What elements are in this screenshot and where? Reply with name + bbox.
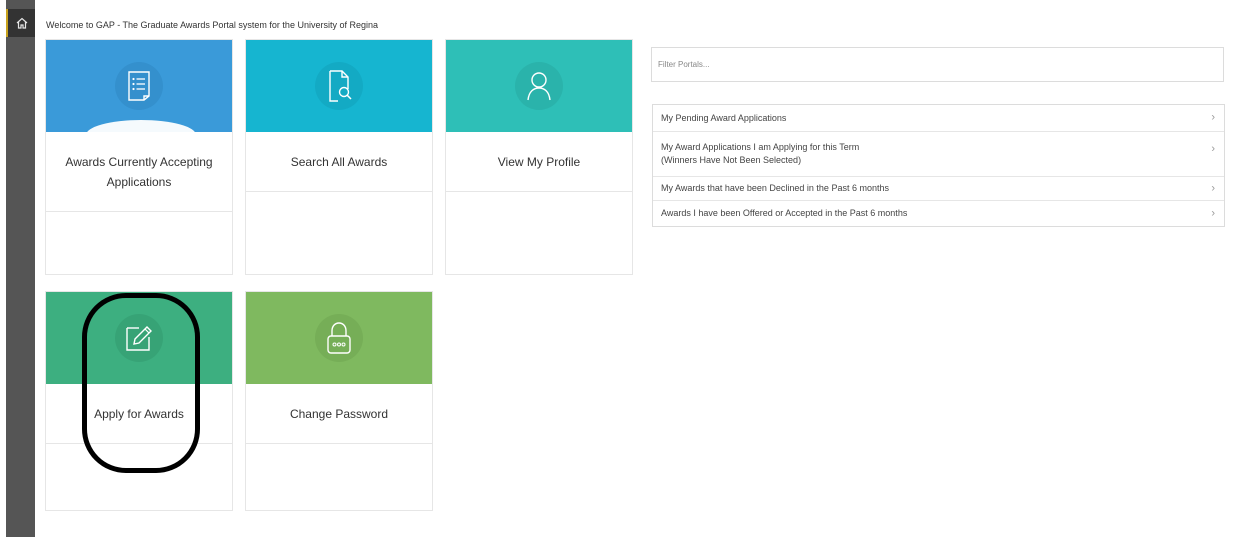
portal-item-label: My Awards that have been Declined in the…	[661, 183, 889, 193]
card-apply-for-awards[interactable]: Apply for Awards	[45, 291, 233, 511]
portal-item-pending[interactable]: My Pending Award Applications ›	[653, 105, 1224, 132]
pencil-edit-icon	[126, 326, 152, 351]
card-label: Apply for Awards	[46, 384, 232, 444]
chevron-right-icon: ›	[1211, 182, 1215, 194]
card-banner	[446, 40, 632, 132]
portal-item-label: My Award Applications I am Applying for …	[661, 142, 860, 152]
home-button[interactable]	[6, 9, 35, 37]
portal-item-applying-this-term[interactable]: My Award Applications I am Applying for …	[653, 132, 1224, 177]
document-search-icon	[329, 70, 352, 102]
filter-portals-input[interactable]: Filter Portals...	[651, 47, 1224, 82]
home-icon	[16, 17, 27, 29]
card-label: View My Profile	[446, 132, 632, 192]
card-change-password[interactable]: Change Password	[245, 291, 433, 511]
card-banner	[246, 40, 432, 132]
portal-item-offered-accepted[interactable]: Awards I have been Offered or Accepted i…	[653, 201, 1224, 226]
chevron-right-icon: ›	[1211, 111, 1215, 124]
portal-item-label: Awards I have been Offered or Accepted i…	[661, 208, 908, 218]
card-view-my-profile[interactable]: View My Profile	[445, 39, 633, 275]
portal-item-sublabel: (Winners Have Not Been Selected)	[661, 155, 802, 165]
list-document-icon	[128, 71, 150, 101]
card-label: Change Password	[246, 384, 432, 444]
card-label: Search All Awards	[246, 132, 432, 192]
chevron-right-icon: ›	[1211, 207, 1215, 219]
card-label: Awards Currently Accepting Applications	[46, 132, 232, 212]
sidebar	[6, 0, 35, 537]
card-banner	[46, 292, 232, 384]
portal-item-declined[interactable]: My Awards that have been Declined in the…	[653, 177, 1224, 201]
card-banner	[46, 40, 232, 132]
card-search-all-awards[interactable]: Search All Awards	[245, 39, 433, 275]
card-awards-accepting[interactable]: Awards Currently Accepting Applications	[45, 39, 233, 275]
portal-list: My Pending Award Applications › My Award…	[652, 104, 1225, 227]
chevron-right-icon: ›	[1211, 143, 1215, 155]
card-banner	[246, 292, 432, 384]
user-icon	[527, 72, 551, 101]
portal-item-label: My Pending Award Applications	[661, 112, 787, 123]
welcome-text: Welcome to GAP - The Graduate Awards Por…	[46, 20, 378, 30]
lock-icon	[327, 322, 351, 354]
